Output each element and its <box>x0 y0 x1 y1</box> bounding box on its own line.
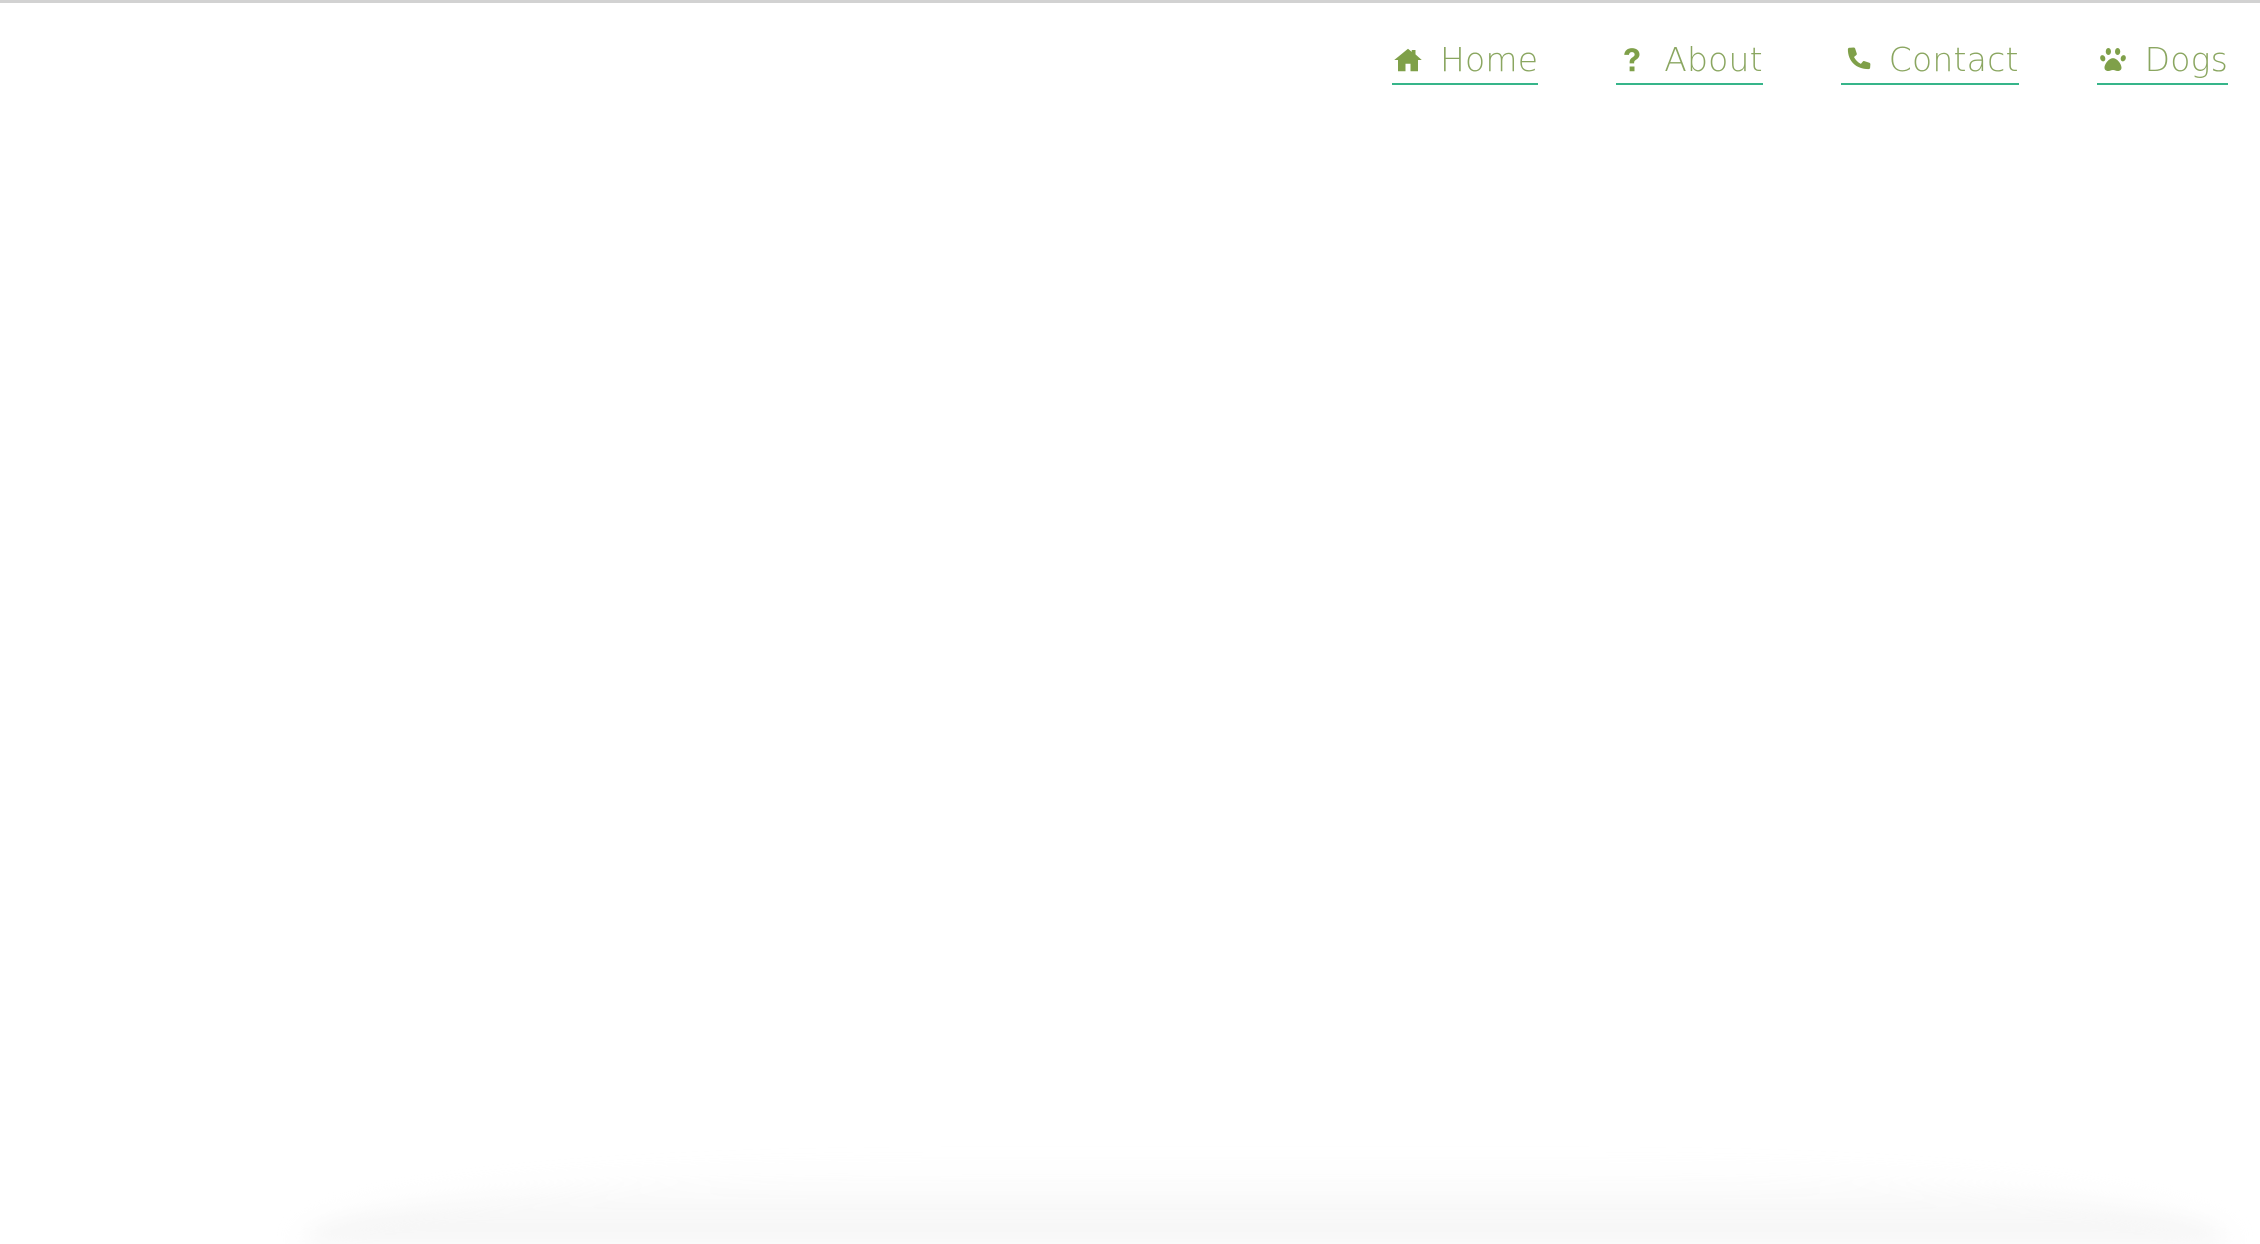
nav-contact-link[interactable]: Contact <box>1840 40 2019 85</box>
main-nav: Home About Contact Dogs <box>1391 40 2228 85</box>
nav-contact-label: Contact <box>1888 40 2019 79</box>
nav-dogs-link[interactable]: Dogs <box>2096 40 2228 85</box>
top-border <box>0 0 2260 3</box>
nav-home-link[interactable]: Home <box>1391 40 1539 85</box>
home-icon <box>1392 44 1424 76</box>
question-icon <box>1616 44 1648 76</box>
bottom-shadow-decoration <box>300 1164 2230 1244</box>
nav-about-label: About <box>1664 40 1763 79</box>
paw-icon <box>2097 44 2129 76</box>
nav-home-label: Home <box>1439 40 1539 79</box>
nav-dogs-label: Dogs <box>2144 40 2228 79</box>
nav-about-link[interactable]: About <box>1616 40 1763 85</box>
phone-icon <box>1841 44 1873 76</box>
page: Home About Contact Dogs <box>0 0 2260 1244</box>
